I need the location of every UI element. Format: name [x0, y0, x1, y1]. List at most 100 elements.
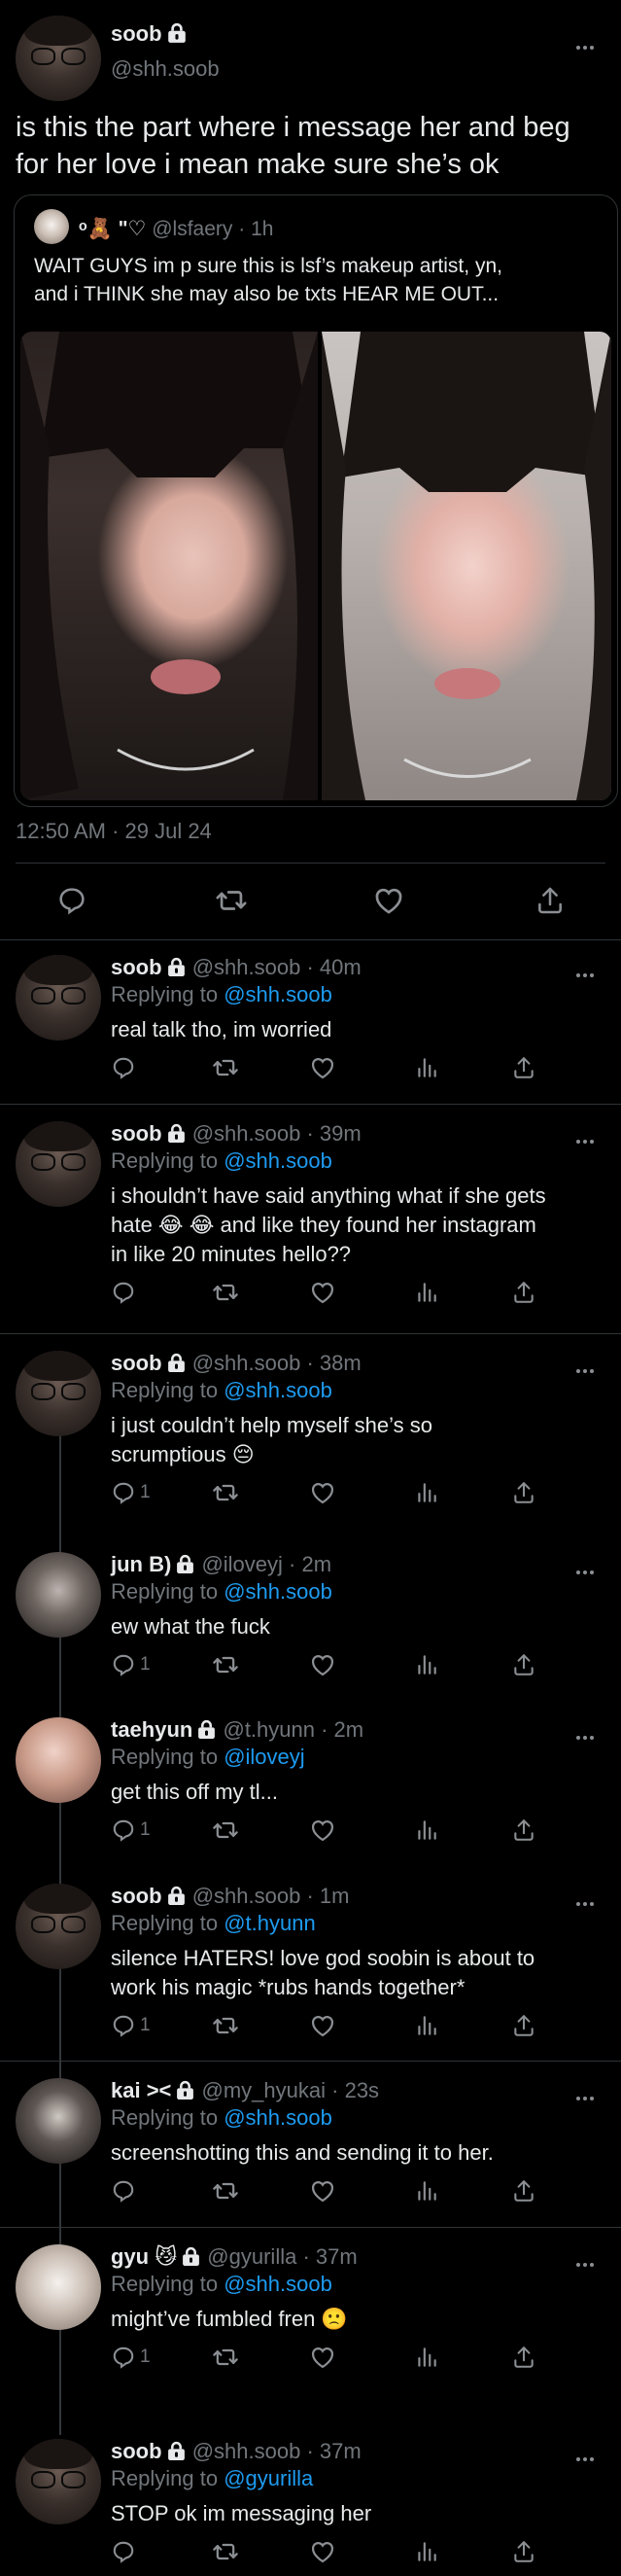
heart-icon[interactable] [309, 1279, 336, 1306]
reply-icon[interactable] [111, 2539, 136, 2564]
reply-avatar[interactable] [16, 2439, 101, 2524]
replying-to-link[interactable]: @gyurilla [224, 2466, 313, 2490]
more-icon[interactable] [576, 2088, 600, 2100]
replying-to-link[interactable]: @shh.soob [224, 1148, 332, 1173]
reply-handle[interactable]: @shh.soob [192, 955, 301, 979]
heart-icon[interactable] [309, 2177, 336, 2205]
views-icon[interactable] [414, 1055, 439, 1080]
reply-avatar[interactable] [16, 2244, 101, 2330]
reply-icon[interactable] [111, 2345, 136, 2370]
reply-display-name[interactable]: soob [111, 1884, 162, 1908]
reply-avatar[interactable] [16, 1717, 101, 1803]
replying-to-link[interactable]: @shh.soob [224, 1579, 332, 1604]
replying-to-link[interactable]: @shh.soob [224, 982, 332, 1006]
reply-display-name[interactable]: jun B) [111, 1552, 171, 1576]
views-icon[interactable] [414, 1280, 439, 1305]
reply-time[interactable]: · 2m [289, 1552, 331, 1576]
reply-display-name[interactable]: soob [111, 1121, 162, 1146]
reply-icon[interactable] [111, 2178, 136, 2204]
reply-avatar[interactable] [16, 1121, 101, 1207]
reply-time[interactable]: · 2m [321, 1717, 363, 1742]
reply-avatar[interactable] [16, 955, 101, 1041]
quoted-photo-right[interactable] [322, 332, 611, 800]
retweet-icon[interactable] [212, 1817, 239, 1844]
more-icon[interactable] [576, 1893, 600, 1906]
more-icon[interactable] [576, 2449, 600, 2461]
retweet-icon[interactable] [212, 2344, 239, 2371]
reply-time[interactable]: · 37m [302, 2244, 357, 2269]
reply-display-name[interactable]: gyu 😼 [111, 2244, 177, 2269]
reply-icon[interactable] [111, 1652, 136, 1677]
reply-icon[interactable] [111, 1280, 136, 1305]
retweet-icon[interactable] [212, 2012, 239, 2039]
views-icon[interactable] [414, 2178, 439, 2204]
reply-display-name[interactable]: soob [111, 2439, 162, 2463]
reply-handle[interactable]: @t.hyunn [223, 1717, 315, 1742]
reply-display-name[interactable]: kai >< [111, 2078, 171, 2102]
reply-handle[interactable]: @shh.soob [192, 1121, 301, 1146]
reply-time[interactable]: · 37m [306, 2439, 361, 2463]
quoted-photo-left[interactable] [20, 332, 318, 800]
share-icon[interactable] [511, 2013, 536, 2038]
views-icon[interactable] [414, 2345, 439, 2370]
more-icon[interactable] [576, 1562, 600, 1574]
avatar[interactable] [16, 16, 101, 101]
replying-to-link[interactable]: @t.hyunn [224, 1911, 316, 1935]
share-icon[interactable] [511, 1280, 536, 1305]
share-icon[interactable] [511, 1652, 536, 1677]
reply-handle[interactable]: @my_hyukai [202, 2078, 327, 2102]
more-icon[interactable] [576, 1727, 600, 1740]
heart-icon[interactable] [309, 1817, 336, 1844]
reply-time[interactable]: · 39m [306, 1121, 361, 1146]
reply-icon[interactable] [111, 2013, 136, 2038]
more-icon[interactable] [576, 965, 600, 977]
heart-icon[interactable] [309, 1651, 336, 1678]
views-icon[interactable] [414, 2539, 439, 2564]
retweet-icon[interactable] [212, 1054, 239, 1081]
views-icon[interactable] [414, 2013, 439, 2038]
replying-to-link[interactable]: @shh.soob [224, 2105, 332, 2130]
timestamp[interactable]: 12:50 AM · 29 Jul 24 [16, 819, 212, 844]
views-icon[interactable] [414, 1480, 439, 1505]
more-icon[interactable] [576, 2254, 600, 2267]
heart-icon[interactable] [309, 1479, 336, 1506]
heart-icon[interactable] [372, 884, 405, 917]
handle[interactable]: @shh.soob [111, 56, 220, 82]
reply-time[interactable]: · 38m [306, 1351, 361, 1375]
heart-icon[interactable] [309, 2012, 336, 2039]
replying-to-link[interactable]: @shh.soob [224, 2272, 332, 2296]
heart-icon[interactable] [309, 1054, 336, 1081]
share-icon[interactable] [535, 885, 566, 916]
share-icon[interactable] [511, 2178, 536, 2204]
retweet-icon[interactable] [212, 2177, 239, 2205]
retweet-icon[interactable] [215, 884, 248, 917]
replying-to-link[interactable]: @iloveyj [224, 1745, 304, 1769]
share-icon[interactable] [511, 1480, 536, 1505]
reply-icon[interactable] [111, 1817, 136, 1843]
reply-handle[interactable]: @iloveyj [201, 1552, 282, 1576]
retweet-icon[interactable] [212, 1479, 239, 1506]
reply-handle[interactable]: @shh.soob [192, 1884, 301, 1908]
reply-time[interactable]: · 40m [306, 955, 361, 979]
retweet-icon[interactable] [212, 2538, 239, 2565]
share-icon[interactable] [511, 1817, 536, 1843]
replying-to-link[interactable]: @shh.soob [224, 1378, 332, 1402]
reply-avatar[interactable] [16, 1552, 101, 1638]
reply-icon[interactable] [111, 1055, 136, 1080]
reply-icon[interactable] [111, 1480, 136, 1505]
reply-display-name[interactable]: soob [111, 955, 162, 979]
heart-icon[interactable] [309, 2344, 336, 2371]
reply-display-name[interactable]: soob [111, 1351, 162, 1375]
reply-avatar[interactable] [16, 2078, 101, 2164]
more-icon[interactable] [576, 1360, 600, 1373]
share-icon[interactable] [511, 2539, 536, 2564]
quoted-tweet[interactable]: ᵒ🧸 ʺ♡ @lsfaery · 1h WAIT GUYS im p sure … [14, 194, 618, 807]
reply-display-name[interactable]: taehyun [111, 1717, 192, 1742]
share-icon[interactable] [511, 1055, 536, 1080]
reply-handle[interactable]: @shh.soob [192, 2439, 301, 2463]
retweet-icon[interactable] [212, 1651, 239, 1678]
heart-icon[interactable] [309, 2538, 336, 2565]
reply-time[interactable]: · 23s [331, 2078, 379, 2102]
views-icon[interactable] [414, 1652, 439, 1677]
more-icon[interactable] [576, 1131, 600, 1144]
